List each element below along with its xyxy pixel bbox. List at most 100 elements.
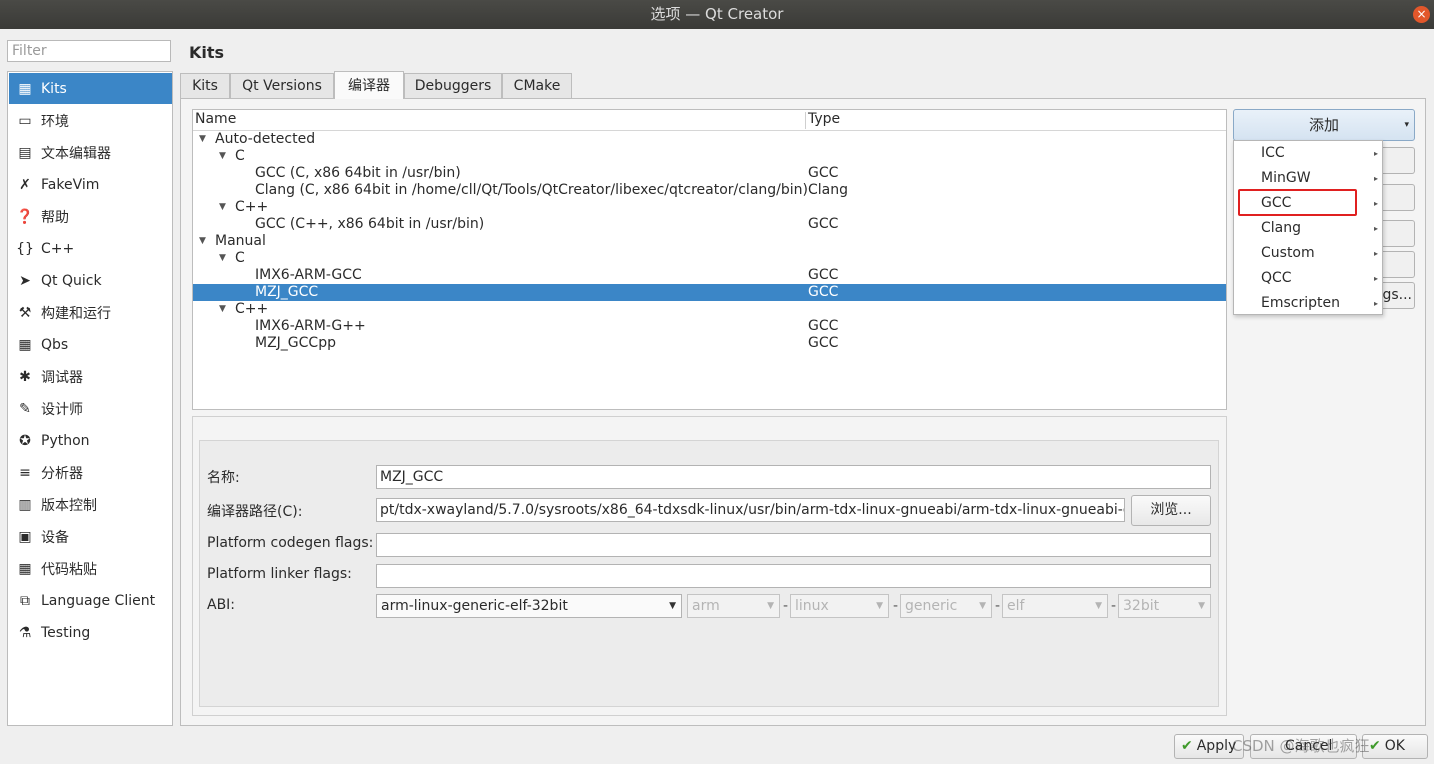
sidebar-item-version-control[interactable]: ▥ 版本控制 (9, 489, 172, 520)
sidebar-item-label: 构建和运行 (41, 305, 111, 322)
abi-width-select[interactable]: 32bit ▼ (1118, 594, 1211, 618)
tree-row[interactable]: MZJ_GCCpp GCC (193, 335, 1226, 352)
sidebar-item-environment[interactable]: ▭ 环境 (9, 105, 172, 136)
tree-group-c[interactable]: ▼ C (193, 148, 1226, 165)
tree-row[interactable]: GCC (C++, x86 64bit in /usr/bin) GCC (193, 216, 1226, 233)
abi-separator: - (783, 598, 789, 614)
clone-button[interactable] (1380, 147, 1415, 174)
remove-button[interactable] (1380, 184, 1415, 211)
menu-item-emscripten[interactable]: Emscripten ▸ (1234, 291, 1382, 316)
tree-group-cpp[interactable]: ▼ C++ (193, 301, 1226, 318)
tree-row[interactable]: Clang (C, x86 64bit in /home/cll/Qt/Tool… (193, 182, 1226, 199)
abi-separator: - (1111, 598, 1117, 614)
expand-arrow-icon[interactable]: ▼ (199, 131, 206, 148)
expand-arrow-icon[interactable]: ▼ (219, 199, 226, 216)
tree-row-selected[interactable]: MZJ_GCC GCC (193, 284, 1226, 301)
abi-label: ABI: (207, 597, 236, 613)
sidebar-item-fakevim[interactable]: ✗ FakeVim (9, 169, 172, 200)
add-button[interactable]: 添加 ▾ (1233, 109, 1415, 141)
column-header-name[interactable]: Name (195, 111, 236, 127)
sidebar-item-python[interactable]: ✪ Python (9, 425, 172, 456)
close-icon[interactable]: × (1413, 6, 1430, 23)
sidebar-item-qbs[interactable]: ▦ Qbs (9, 329, 172, 360)
column-header-type[interactable]: Type (808, 111, 840, 127)
cpp-icon: {} (16, 240, 34, 257)
sidebar-item-testing[interactable]: ⚗ Testing (9, 617, 172, 648)
abi-arch-select[interactable]: arm ▼ (687, 594, 780, 618)
tree-group-cpp[interactable]: ▼ C++ (193, 199, 1226, 216)
tree-header: Name Type (193, 110, 1226, 131)
version-control-icon: ▥ (18, 496, 32, 513)
abi-os-select[interactable]: linux ▼ (790, 594, 889, 618)
tree-group-auto-detected[interactable]: ▼ Auto-detected (193, 131, 1226, 148)
abi-os-value: linux (795, 598, 829, 614)
tree-row[interactable]: GCC (C, x86 64bit in /usr/bin) GCC (193, 165, 1226, 182)
ok-button[interactable]: ✔ OK (1362, 734, 1428, 759)
sidebar-item-qt-quick[interactable]: ➤ Qt Quick (9, 265, 172, 296)
expand-arrow-icon[interactable]: ▼ (219, 301, 226, 318)
linker-flags-field[interactable] (376, 564, 1211, 588)
menu-item-qcc[interactable]: QCC ▸ (1234, 266, 1382, 291)
codegen-flags-field[interactable] (376, 533, 1211, 557)
sidebar-item-label: 设备 (41, 529, 69, 546)
sidebar-item-build-run[interactable]: ⚒ 构建和运行 (9, 297, 172, 328)
chevron-down-icon: ▾ (1404, 120, 1409, 130)
abi-format-select[interactable]: elf ▼ (1002, 594, 1108, 618)
menu-item-icc[interactable]: ICC ▸ (1234, 141, 1382, 166)
sidebar-item-label: FakeVim (41, 176, 100, 193)
qt-quick-icon: ➤ (19, 272, 31, 289)
abi-flavor-select[interactable]: generic ▼ (900, 594, 992, 618)
sidebar-item-text-editor[interactable]: ▤ 文本编辑器 (9, 137, 172, 168)
tree-row[interactable]: IMX6-ARM-GCC GCC (193, 267, 1226, 284)
sidebar-item-cpp[interactable]: {} C++ (9, 233, 172, 264)
re-detect-button[interactable] (1380, 251, 1415, 278)
menu-item-label: ICC (1261, 145, 1285, 161)
menu-item-label: Custom (1261, 245, 1315, 261)
tab-qt-versions[interactable]: Qt Versions (230, 73, 334, 98)
compiler-path-field[interactable]: pt/tdx-xwayland/5.7.0/sysroots/x86_64-td… (376, 498, 1125, 522)
remove-all-button[interactable] (1380, 220, 1415, 247)
sidebar-item-language-client[interactable]: ⧉ Language Client (9, 585, 172, 616)
sidebar-item-analyzer[interactable]: ≡ 分析器 (9, 457, 172, 488)
python-icon: ✪ (19, 432, 31, 449)
expand-arrow-icon[interactable]: ▼ (219, 250, 226, 267)
tab-kits[interactable]: Kits (180, 73, 230, 98)
column-divider[interactable] (805, 112, 806, 129)
sidebar-item-designer[interactable]: ✎ 设计师 (9, 393, 172, 424)
expand-arrow-icon[interactable]: ▼ (219, 148, 226, 165)
dropdown-arrow-icon: ▼ (669, 601, 676, 611)
sidebar-item-kits[interactable]: ▦ Kits (9, 73, 172, 104)
sidebar-item-label: 环境 (41, 113, 69, 130)
menu-item-mingw[interactable]: MinGW ▸ (1234, 166, 1382, 191)
abi-select[interactable]: arm-linux-generic-elf-32bit ▼ (376, 594, 682, 618)
tab-debuggers[interactable]: Debuggers (404, 73, 502, 98)
tree-row-type: GCC (808, 335, 839, 351)
tree-group-manual[interactable]: ▼ Manual (193, 233, 1226, 250)
abi-flavor-value: generic (905, 598, 958, 614)
tree-row-name: MZJ_GCCpp (255, 335, 336, 351)
monitor-icon: ▭ (18, 112, 32, 129)
expand-arrow-icon[interactable]: ▼ (199, 233, 206, 250)
tree-group-c[interactable]: ▼ C (193, 250, 1226, 267)
tree-row[interactable]: IMX6-ARM-G++ GCC (193, 318, 1226, 335)
menu-item-custom[interactable]: Custom ▸ (1234, 241, 1382, 266)
sidebar-item-help[interactable]: ❓ 帮助 (9, 201, 172, 232)
auto-detection-settings-button[interactable]: gs... (1380, 282, 1415, 309)
tree-row-name: C (235, 250, 245, 266)
menu-item-label: Emscripten (1261, 295, 1340, 311)
tab-compilers[interactable]: 编译器 (334, 71, 404, 99)
tree-row-type: GCC (808, 165, 839, 181)
browse-button[interactable]: 浏览... (1131, 495, 1211, 526)
filter-input[interactable] (7, 40, 171, 62)
sidebar-item-debugger[interactable]: ✱ 调试器 (9, 361, 172, 392)
sidebar-item-code-paste[interactable]: ▦ 代码粘贴 (9, 553, 172, 584)
abi-format-value: elf (1007, 598, 1025, 614)
sidebar-item-devices[interactable]: ▣ 设备 (9, 521, 172, 552)
tree-row-type: Clang (808, 182, 849, 198)
compiler-tree[interactable]: Name Type ▼ Auto-detected ▼ C GCC (C, x8… (192, 109, 1227, 410)
sidebar-item-label: 帮助 (41, 209, 69, 226)
tab-cmake[interactable]: CMake (502, 73, 572, 98)
tree-row-name: C++ (235, 301, 269, 317)
name-field[interactable]: MZJ_GCC (376, 465, 1211, 489)
menu-item-clang[interactable]: Clang ▸ (1234, 216, 1382, 241)
